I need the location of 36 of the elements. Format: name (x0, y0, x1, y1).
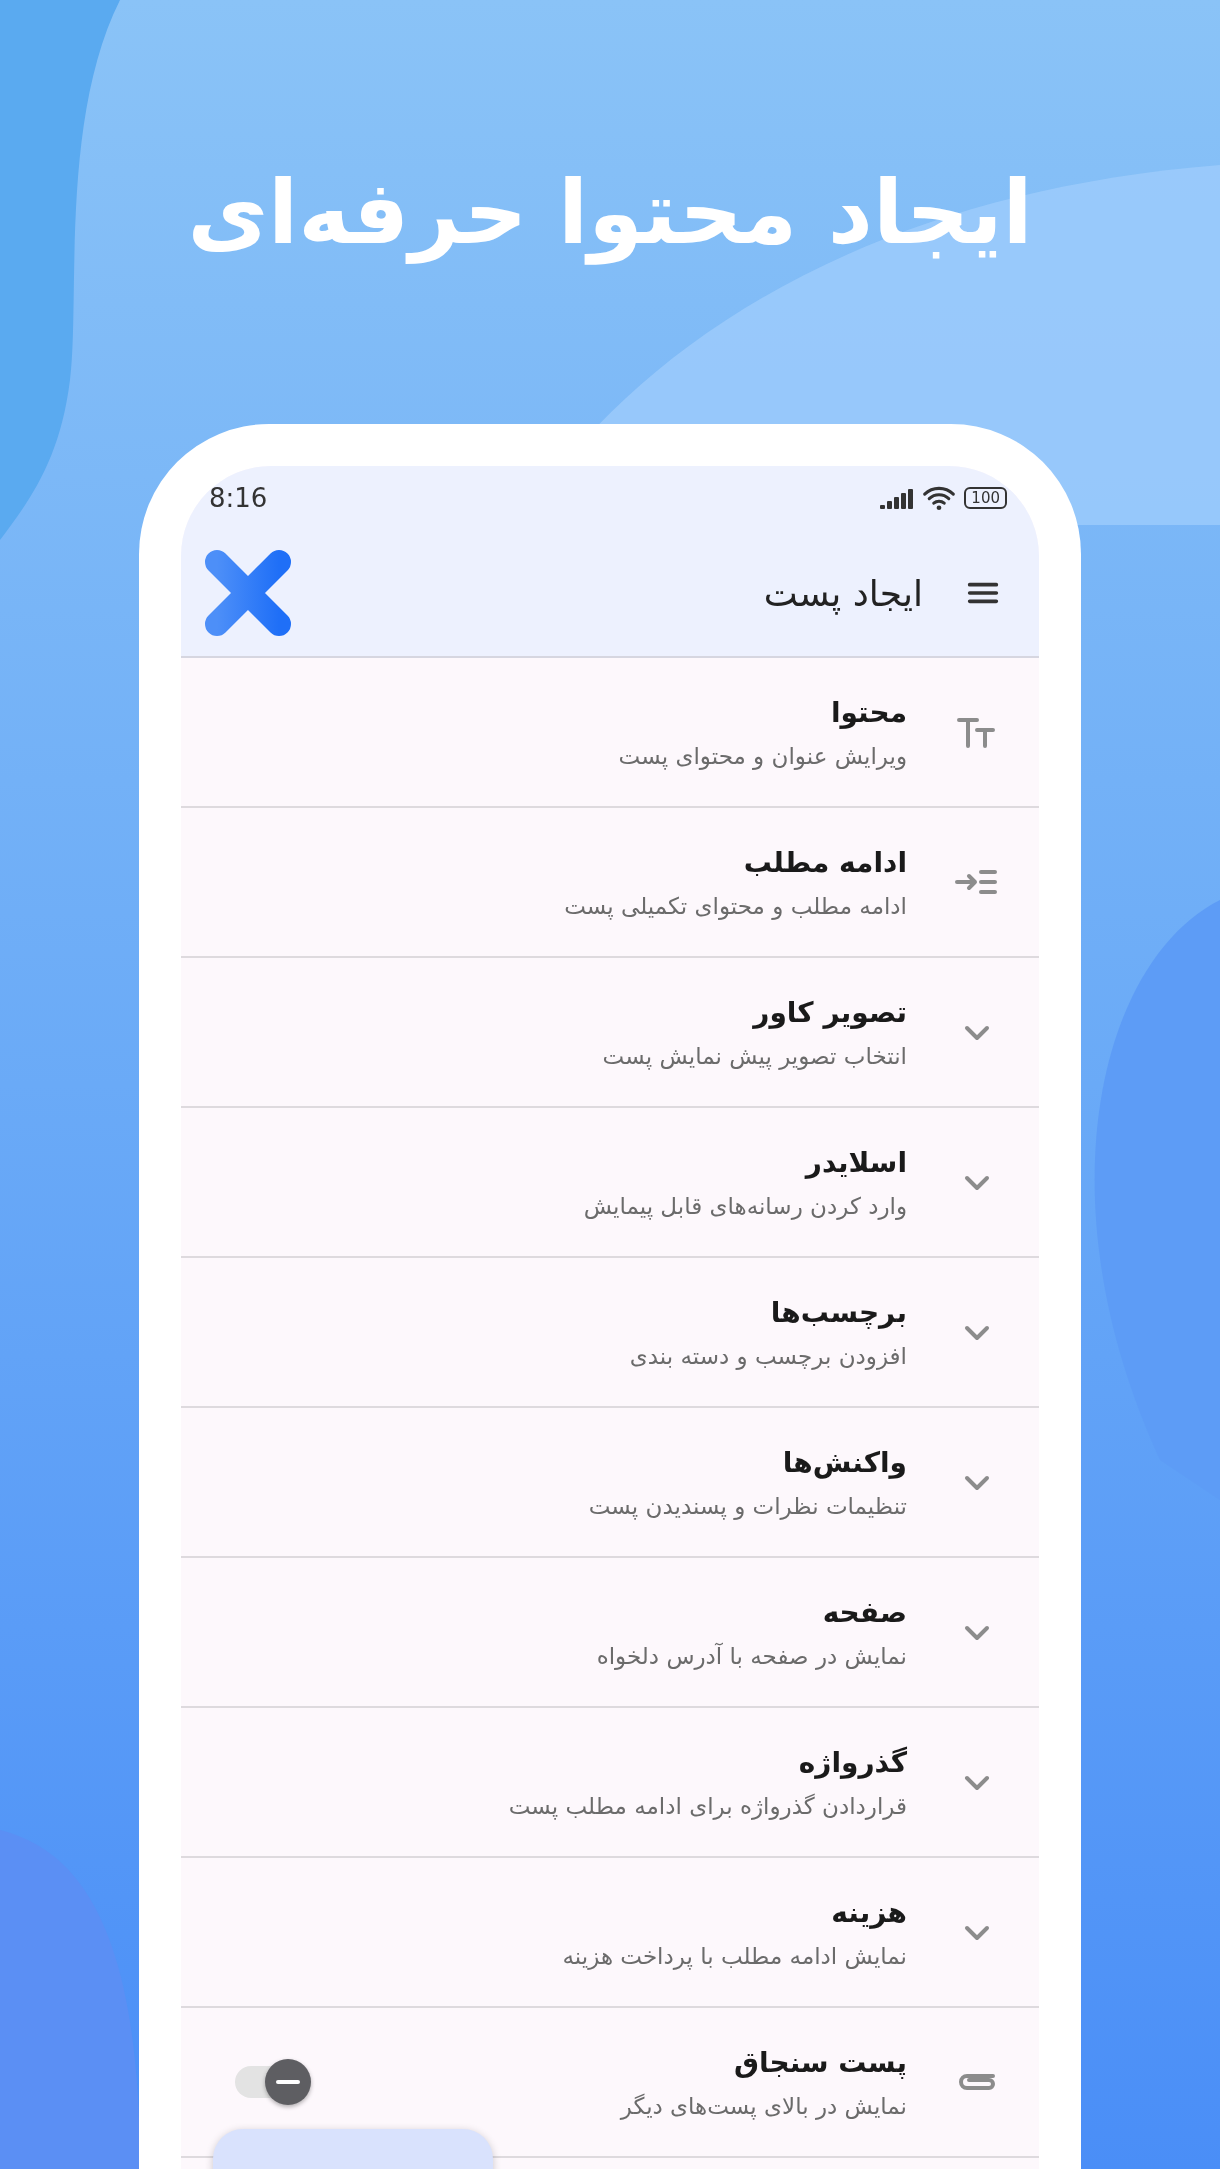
row-title: هزینه (831, 1895, 907, 1929)
row-title: گذرواژه (798, 1745, 907, 1779)
row-title: اسلایدر (805, 1145, 907, 1179)
settings-row[interactable]: اسلایدر وارد کردن رسانه‌های قابل پیمایش (181, 1108, 1039, 1258)
row-subtitle: تنظیمات نظرات و پسندیدن پست (588, 1492, 907, 1519)
row-title: پست سنجاق (733, 2045, 907, 2079)
battery-indicator: 100 (964, 487, 1007, 509)
row-title: واکنش‌ها (782, 1445, 907, 1479)
row-subtitle: نمایش ادامه مطلب با پرداخت هزینه (562, 1942, 907, 1969)
row-title: ادامه مطلب (743, 845, 907, 879)
settings-row[interactable]: واکنش‌ها تنظیمات نظرات و پسندیدن پست (181, 1408, 1039, 1558)
row-subtitle: ویرایش عنوان و محتوای پست (618, 742, 907, 769)
row-title: برچسب‌ها (770, 1295, 907, 1329)
row-title: تصویر کاور (753, 995, 907, 1029)
logo-icon (205, 550, 291, 636)
settings-row[interactable]: محتوا ویرایش عنوان و محتوای پست (181, 658, 1039, 808)
row-subtitle: انتخاب تصویر پیش نمایش پست (602, 1042, 907, 1069)
row-subtitle: نمایش در بالای پست‌های دیگر (620, 2092, 907, 2119)
signal-icon (880, 487, 915, 509)
settings-row[interactable]: گذرواژه قراردادن گذرواژه برای ادامه مطلب پست (181, 1708, 1039, 1858)
settings-row[interactable]: صفحه نمایش در صفحه با آدرس دلخواه (181, 1558, 1039, 1708)
row-subtitle: ادامه مطلب و محتوای تکمیلی پست (564, 892, 907, 919)
row-title: صفحه (822, 1595, 907, 1629)
row-subtitle: وارد کردن رسانه‌های قابل پیمایش (583, 1192, 907, 1219)
settings-row[interactable]: ادامه مطلب ادامه مطلب و محتوای تکمیلی پست (181, 808, 1039, 958)
row-subtitle: نمایش در صفحه با آدرس دلخواه (596, 1642, 907, 1669)
row-subtitle: قراردادن گذرواژه برای ادامه مطلب پست (508, 1792, 907, 1819)
settings-row[interactable]: هزینه نمایش ادامه مطلب با پرداخت هزینه (181, 1858, 1039, 2008)
wifi-icon (922, 485, 957, 511)
settings-row[interactable]: تصویر کاور انتخاب تصویر پیش نمایش پست (181, 958, 1039, 1108)
status-time: 8:16 (209, 483, 268, 513)
app-bar-title: ایجاد پست (762, 572, 923, 614)
settings-row[interactable]: برچسب‌ها افزودن برچسب و دسته بندی (181, 1258, 1039, 1408)
headline: ایجاد محتوا حرفه‌ای (187, 159, 1033, 267)
row-title: محتوا (830, 695, 907, 729)
row-subtitle: افزودن برچسب و دسته بندی (629, 1342, 907, 1369)
